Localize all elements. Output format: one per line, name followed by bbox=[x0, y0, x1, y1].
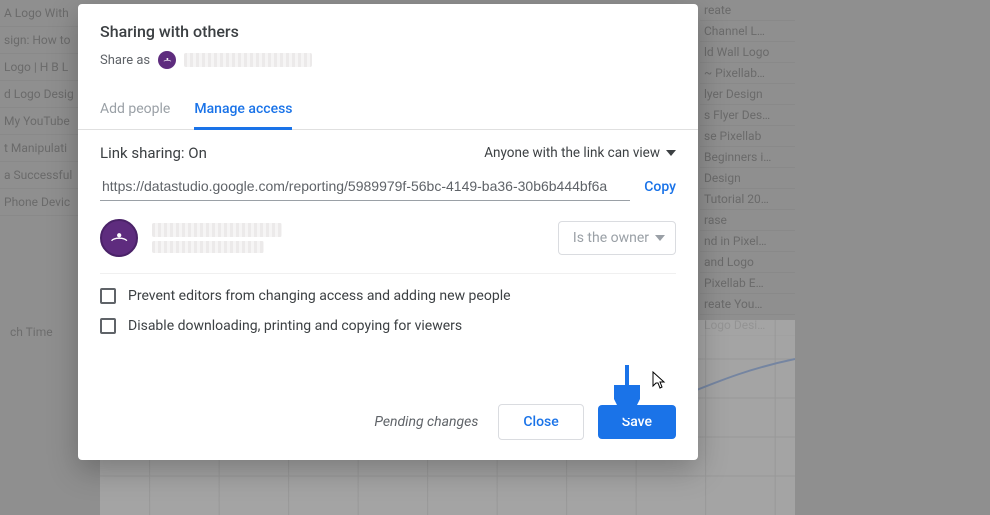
checkbox-icon bbox=[100, 288, 116, 304]
checkbox-prevent-editors[interactable]: Prevent editors from changing access and… bbox=[100, 288, 676, 304]
pending-changes-label: Pending changes bbox=[374, 414, 478, 430]
checkbox-icon bbox=[100, 318, 116, 334]
checkbox-disable-download[interactable]: Disable downloading, printing and copyin… bbox=[100, 318, 676, 334]
caret-down-icon bbox=[666, 150, 676, 156]
share-url-input[interactable] bbox=[100, 172, 630, 201]
owner-row: Is the owner bbox=[100, 219, 676, 274]
permission-dropdown[interactable]: Anyone with the link can view bbox=[484, 145, 676, 161]
share-as-label: Share as bbox=[100, 53, 150, 68]
checkbox-disable-label: Disable downloading, printing and copyin… bbox=[128, 318, 462, 334]
tab-add-people[interactable]: Add people bbox=[100, 93, 170, 129]
owner-avatar-icon bbox=[100, 219, 138, 257]
owner-role-dropdown[interactable]: Is the owner bbox=[558, 221, 676, 255]
caret-down-icon bbox=[655, 235, 665, 241]
owner-identity-redacted bbox=[152, 223, 282, 253]
share-as-identity-redacted bbox=[184, 53, 312, 67]
owner-role-label: Is the owner bbox=[573, 230, 649, 246]
save-button[interactable]: Save bbox=[598, 405, 676, 439]
tab-manage-access[interactable]: Manage access bbox=[194, 93, 292, 130]
copy-link-button[interactable]: Copy bbox=[644, 179, 676, 195]
checkbox-prevent-label: Prevent editors from changing access and… bbox=[128, 288, 511, 304]
tabs: Add people Manage access bbox=[78, 93, 698, 130]
avatar-icon bbox=[158, 51, 176, 69]
permission-label: Anyone with the link can view bbox=[484, 145, 660, 161]
share-as-row: Share as bbox=[100, 51, 676, 69]
dialog-title: Sharing with others bbox=[100, 22, 676, 41]
link-sharing-label: Link sharing: On bbox=[100, 144, 207, 162]
sharing-dialog: Sharing with others Share as Add people … bbox=[78, 4, 698, 460]
close-button[interactable]: Close bbox=[498, 404, 583, 440]
